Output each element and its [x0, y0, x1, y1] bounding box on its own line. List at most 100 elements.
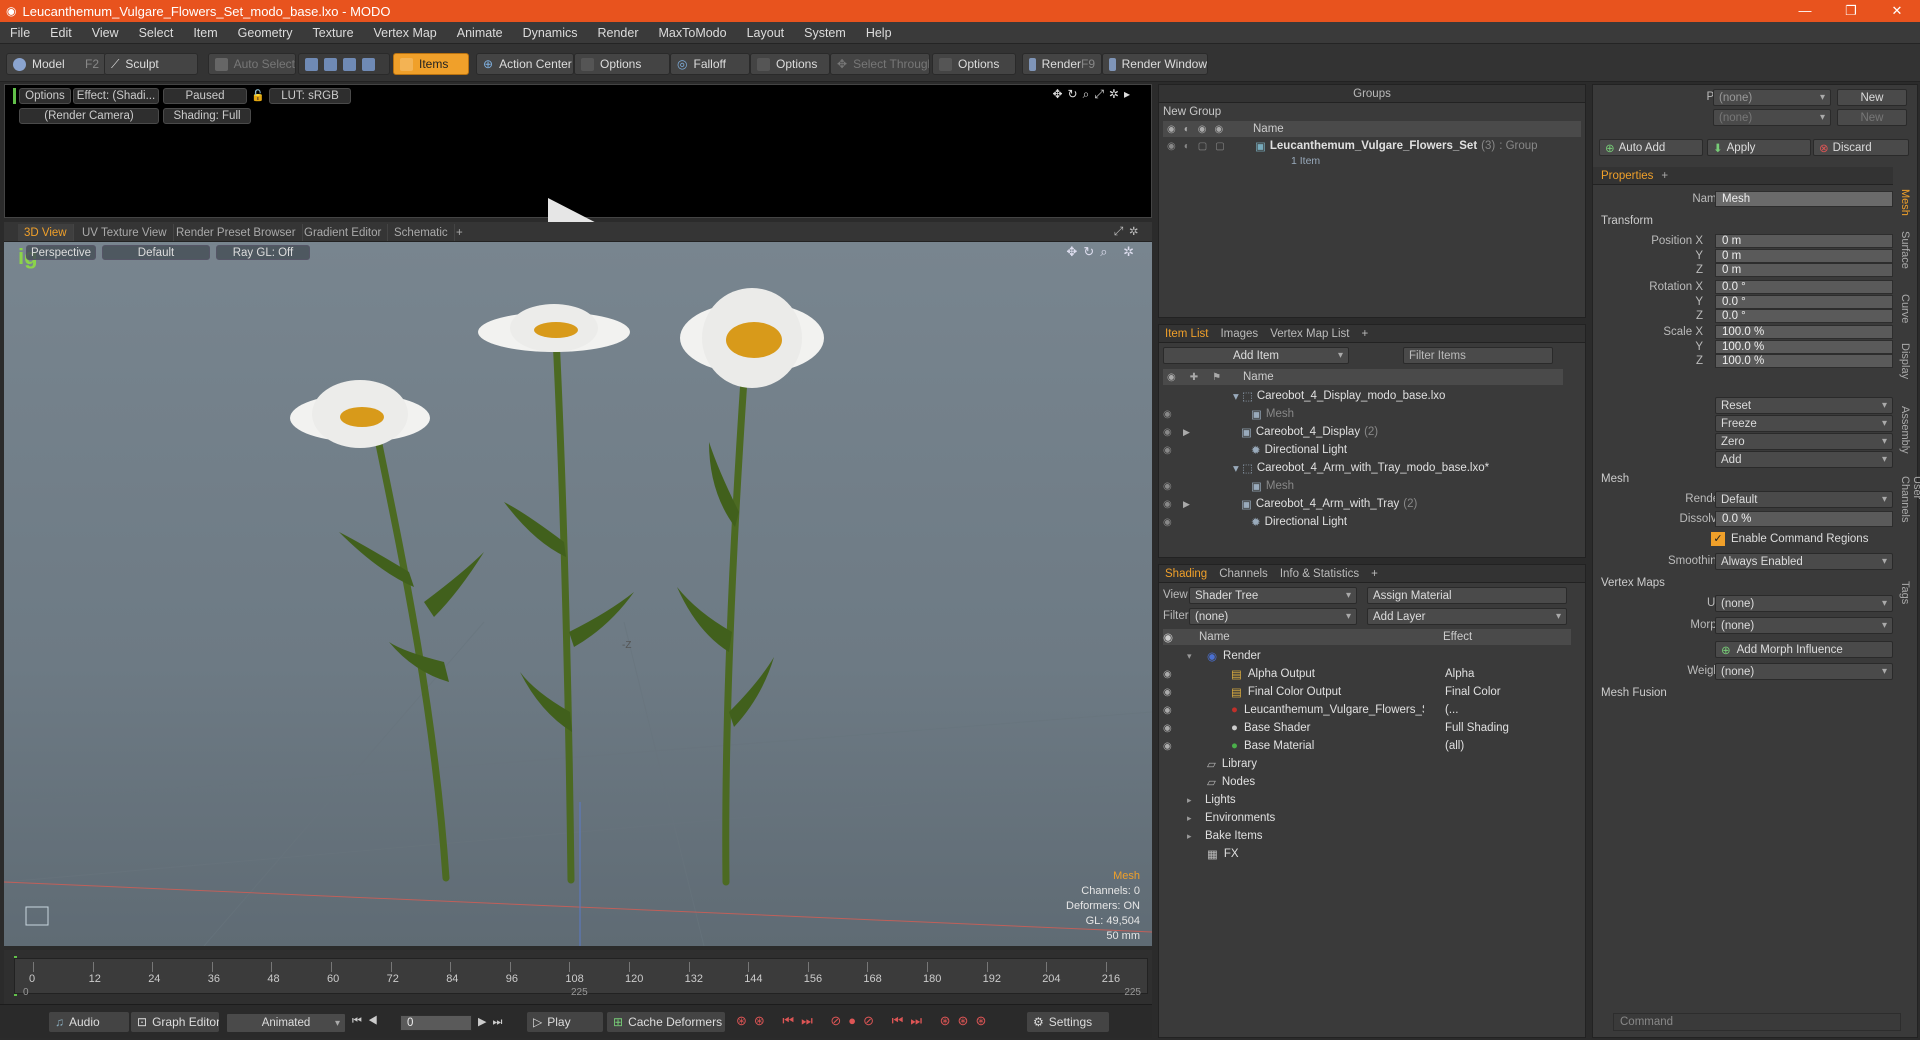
visibility-icon[interactable]: ◉	[1163, 481, 1183, 492]
visibility-icon[interactable]: ◉	[1163, 705, 1187, 716]
items-mode-button[interactable]: Items	[393, 53, 469, 75]
side-tab-surface[interactable]: Surface	[1899, 231, 1911, 269]
add-tab-button[interactable]: +	[1355, 328, 1374, 340]
menu-file[interactable]: File	[0, 26, 40, 40]
expand-icon[interactable]: ▸	[1187, 831, 1199, 842]
audio-button[interactable]: ♫ Audio	[48, 1011, 130, 1033]
side-tab-user-channels[interactable]: User Channels	[1899, 476, 1920, 522]
item-list-row[interactable]: ▾ ⬚ Careobot_4_Arm_with_Tray_modo_base.lx…	[1163, 459, 1563, 477]
smoothing-dropdown[interactable]: Always Enabled	[1715, 553, 1893, 570]
command-input[interactable]: Command	[1613, 1013, 1901, 1031]
play-button[interactable]: ▷ Play	[526, 1011, 604, 1033]
filter-items-input[interactable]: Filter Items	[1403, 347, 1553, 364]
menu-select[interactable]: Select	[129, 26, 184, 40]
menu-animate[interactable]: Animate	[447, 26, 513, 40]
tab-channels[interactable]: Channels	[1213, 568, 1274, 580]
mesh-fusion-section[interactable]: Mesh Fusion	[1601, 687, 1667, 699]
shader-tree-row[interactable]: ▸ Bake Items	[1163, 827, 1571, 845]
item-list-row[interactable]: ◉ ✹ Directional Light	[1163, 441, 1563, 459]
add-tab-button[interactable]: +	[1661, 170, 1668, 182]
menu-system[interactable]: System	[794, 26, 856, 40]
shader-effect[interactable]: Final Color	[1445, 686, 1571, 698]
viewport-panel-icons[interactable]: ⤢✲	[1114, 224, 1144, 239]
cache-deformers-button[interactable]: ⊞ Cache Deformers	[606, 1011, 726, 1033]
tab-3d-view[interactable]: 3D View	[18, 224, 74, 241]
vertices-mode-icon[interactable]	[305, 57, 318, 71]
name-field[interactable]: Mesh	[1715, 191, 1893, 207]
mesh-section[interactable]: Mesh	[1601, 473, 1629, 485]
new-pass-group-button[interactable]: New	[1837, 89, 1907, 106]
vertex-maps-section[interactable]: Vertex Maps	[1601, 577, 1665, 589]
tab-images[interactable]: Images	[1214, 328, 1264, 340]
close-button[interactable]: ✕	[1874, 3, 1920, 19]
edges-mode-icon[interactable]	[324, 57, 337, 71]
assign-material-button[interactable]: Assign Material	[1367, 587, 1567, 604]
skip-back-icons[interactable]: ⏮◀	[352, 1015, 384, 1028]
viewport-nav-icons[interactable]: ✥↻⌕ ✲	[1066, 244, 1140, 260]
shader-tree-row[interactable]: ▸ Lights	[1163, 791, 1571, 809]
side-tab-mesh[interactable]: Mesh	[1899, 189, 1911, 216]
tab-uv-texture-view[interactable]: UV Texture View	[76, 224, 174, 241]
dissolve-field[interactable]: 0.0 %	[1715, 511, 1893, 527]
expand-icon[interactable]: ▾	[1187, 651, 1207, 662]
visibility-icon[interactable]: ◉	[1163, 517, 1183, 528]
add-layer-dropdown[interactable]: Add Layer	[1367, 608, 1567, 625]
render-camera-dropdown[interactable]: (Render Camera)	[19, 108, 159, 124]
select-through-button[interactable]: ✥ Select Through	[830, 53, 930, 75]
preview-effect-dropdown[interactable]: Effect: (Shadi...	[73, 88, 159, 104]
shader-effect[interactable]: Alpha	[1445, 668, 1571, 680]
render-button[interactable]: Render F9	[1022, 53, 1102, 75]
maximize-button[interactable]: ❐	[1828, 3, 1874, 19]
shader-tree-row[interactable]: ▦ FX	[1163, 845, 1571, 863]
polygons-mode-icon[interactable]	[343, 57, 356, 71]
shader-tree-row[interactable]: ◉ ▤ Alpha Output Alpha	[1163, 665, 1571, 683]
action-center-button[interactable]: ⊕ Action Center	[476, 53, 574, 75]
falloff-button[interactable]: ◎ Falloff	[670, 53, 750, 75]
item-list-row[interactable]: ◉ ▣ Mesh	[1163, 405, 1563, 423]
tab-schematic[interactable]: Schematic	[388, 224, 455, 241]
item-list-row[interactable]: ◉ ✹ Directional Light	[1163, 513, 1563, 531]
new-pass-button[interactable]: New	[1837, 109, 1907, 126]
uv-dropdown[interactable]: (none)	[1715, 595, 1893, 612]
side-tab-display[interactable]: Display	[1899, 343, 1911, 379]
menu-vertex-map[interactable]: Vertex Map	[364, 26, 447, 40]
item-list-row[interactable]: ◉ ▶ ▣ Careobot_4_Display (2)	[1163, 423, 1563, 441]
frame-input[interactable]: 0	[400, 1015, 472, 1031]
tab-info-statistics[interactable]: Info & Statistics	[1274, 568, 1365, 580]
lut-dropdown[interactable]: LUT: sRGB	[269, 88, 351, 104]
menu-layout[interactable]: Layout	[737, 26, 795, 40]
pass-groups-dropdown[interactable]: (none)	[1713, 89, 1831, 106]
shader-tree-row[interactable]: ◉ ● Leucanthemum_Vulgare_Flowers_Set (...	[1163, 701, 1571, 719]
add-item-dropdown[interactable]: Add Item	[1163, 347, 1349, 364]
view-dropdown[interactable]: Shader Tree	[1189, 587, 1357, 604]
transform-section[interactable]: Transform	[1601, 215, 1653, 227]
sculpt-mode-button[interactable]: ⟋ Sculpt	[104, 53, 198, 75]
record-key-icons[interactable]: ⊛⊛ ⏮⏭ ⊘●⊘ ⏮⏭ ⊛⊛⊛	[736, 1013, 993, 1029]
shader-tree-row[interactable]: ▾ ◉ Render	[1163, 647, 1571, 665]
render-dropdown[interactable]: Default	[1715, 491, 1893, 508]
visibility-icon[interactable]: ◉	[1163, 427, 1183, 438]
menu-item[interactable]: Item	[183, 26, 227, 40]
add-dropdown[interactable]: Add	[1715, 451, 1893, 468]
item-list-row[interactable]: ◉ ▣ Mesh	[1163, 477, 1563, 495]
menu-view[interactable]: View	[82, 26, 129, 40]
raygl-dropdown[interactable]: Ray GL: Off	[216, 245, 310, 260]
preview-options-button[interactable]: Options	[19, 88, 71, 104]
auto-add-button[interactable]: ⊕ Auto Add	[1599, 139, 1703, 156]
tab-vertex-map-list[interactable]: Vertex Map List	[1264, 328, 1355, 340]
rot-y-field[interactable]: 0.0 °	[1715, 294, 1893, 309]
side-tab-tags[interactable]: Tags	[1899, 581, 1911, 604]
add-tab-button[interactable]: +	[1365, 568, 1384, 580]
tab-item-list[interactable]: Item List	[1159, 328, 1214, 340]
item-list-row[interactable]: ▾ ⬚ Careobot_4_Display_modo_base.lxo	[1163, 387, 1563, 405]
rot-x-field[interactable]: 0.0 °	[1715, 280, 1893, 294]
menu-geometry[interactable]: Geometry	[228, 26, 303, 40]
render-window-button[interactable]: Render Window	[1102, 53, 1208, 75]
settings-button[interactable]: ⚙ Settings	[1026, 1011, 1110, 1033]
3d-viewport[interactable]: ig Perspective Default Ray GL: Off ✥↻⌕ ✲…	[4, 242, 1152, 946]
shader-tree-row[interactable]: ▱ Library	[1163, 755, 1571, 773]
graph-editor-button[interactable]: ⊡ Graph Editor	[130, 1011, 220, 1033]
apply-button[interactable]: ⬇ Apply	[1707, 139, 1811, 156]
shader-effect[interactable]: (...	[1445, 704, 1571, 716]
expand-icon[interactable]: ▸	[1187, 795, 1199, 806]
